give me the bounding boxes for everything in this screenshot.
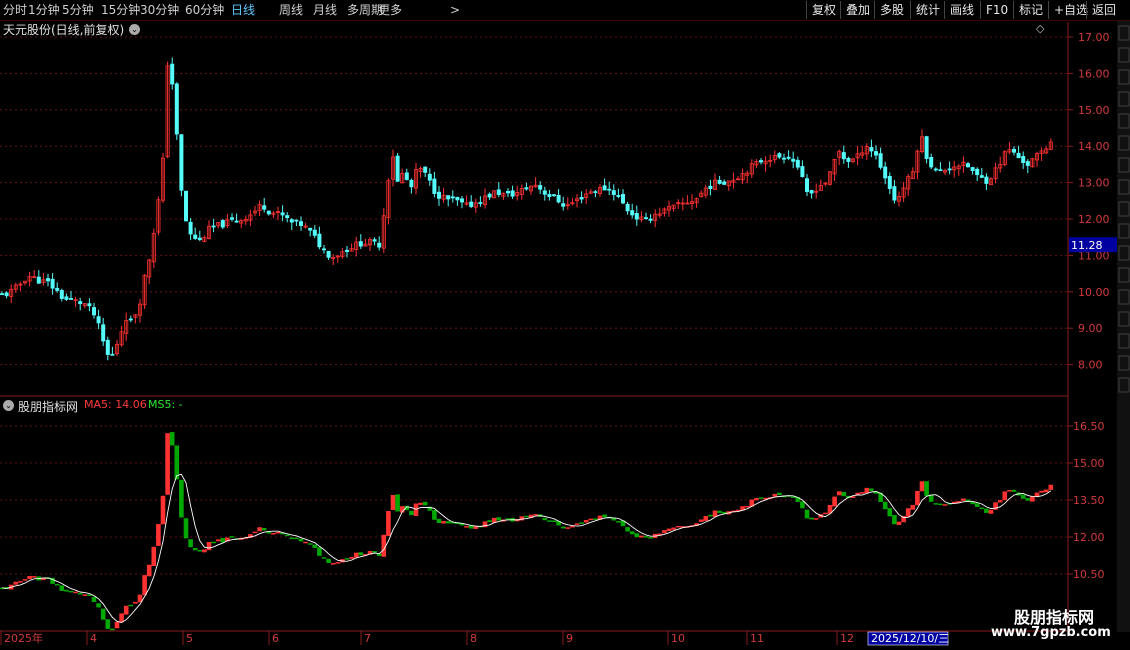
date-marker: 2025/12/10/三 (867, 631, 949, 646)
price-tick-2: 15.00 (1078, 104, 1110, 117)
price-marker: 11.28 (1069, 237, 1117, 253)
period-toolbar: 分时 1分钟 5分钟 15分钟 30分钟 60分钟 日线 周线 月线 多周期 更多 > 复权 叠加 多股 统计… (0, 0, 1130, 21)
ma5-line (1, 473, 1052, 623)
period-tab-0[interactable]: 分时 (3, 0, 27, 20)
ms5-readout: MS5: - (148, 398, 183, 411)
price-tick-8: 9.00 (1078, 322, 1103, 335)
price-tick-1: 16.00 (1078, 67, 1110, 80)
indicator-title: 股朋指标网 (18, 400, 79, 414)
month-label-3: 6 (272, 632, 279, 645)
period-tab-1[interactable]: 1分钟 (28, 0, 60, 20)
time-axis: 2025年 4 5 6 7 8 9 10 11 12 (0, 631, 854, 645)
price-tick-5: 12.00 (1078, 213, 1110, 226)
right-strip (1117, 20, 1130, 632)
chevron-down-icon[interactable]: ⌄ (129, 24, 140, 35)
sub-tick-4: 10.50 (1073, 568, 1105, 581)
month-label-5: 8 (470, 632, 477, 645)
month-label-0: 2025年 (4, 631, 43, 645)
toolbar-button-4[interactable]: 画线 (944, 1, 979, 19)
period-tab-2[interactable]: 5分钟 (62, 0, 94, 20)
price-tick-3: 14.00 (1078, 140, 1110, 153)
sub-tick-1: 15.00 (1073, 457, 1105, 470)
period-tab-6[interactable]: 日线 (231, 0, 255, 20)
month-label-1: 4 (90, 632, 97, 645)
month-label-9: 12 (840, 632, 854, 645)
more-arrow-icon[interactable]: > (450, 0, 460, 20)
month-label-2: 5 (186, 632, 193, 645)
toolbar-button-8[interactable]: 返回 (1086, 1, 1121, 19)
toolbar-button-2[interactable]: 多股 (874, 1, 909, 19)
candles (0, 57, 1053, 361)
sub-axis: 16.50 15.00 13.50 12.00 10.50 (1068, 420, 1105, 581)
current-price-label: 11.28 (1071, 239, 1103, 252)
period-tab-7[interactable]: 周线 (279, 0, 303, 20)
toolbar-button-0[interactable]: 复权 (806, 1, 841, 19)
ma5-readout: MA5: 14.06 (84, 398, 147, 411)
period-tab-10[interactable]: 更多 (378, 0, 402, 20)
sub-tick-3: 12.00 (1073, 531, 1105, 544)
month-label-7: 10 (671, 632, 685, 645)
sub-tick-2: 13.50 (1073, 494, 1105, 507)
price-tick-4: 13.00 (1078, 177, 1110, 190)
price-tick-7: 10.00 (1078, 286, 1110, 299)
month-label-8: 11 (750, 632, 764, 645)
price-axis: 17.0016.0015.0014.0013.0012.0011.0010.00… (1068, 31, 1110, 372)
month-label-4: 7 (364, 632, 371, 645)
sub-panel-chevron-icon[interactable]: ⌄ (3, 400, 14, 411)
period-tab-8[interactable]: 月线 (313, 0, 337, 20)
sub-chart-title: 股朋指标网 (18, 398, 78, 415)
price-tick-0: 17.00 (1078, 31, 1110, 44)
period-tab-3[interactable]: 15分钟 (101, 0, 140, 20)
period-tab-4[interactable]: 30分钟 (140, 0, 179, 20)
main-chart-title: 天元股份(日线,前复权) (3, 21, 124, 38)
toolbar-button-1[interactable]: 叠加 (840, 1, 875, 19)
toolbar-button-6[interactable]: 标记 (1013, 1, 1048, 19)
cursor-date: 2025/12/10/三 (871, 632, 949, 645)
diamond-icon[interactable]: ◇ (1036, 22, 1044, 35)
sub-tick-0: 16.50 (1073, 420, 1105, 433)
price-tick-9: 8.00 (1078, 359, 1103, 372)
sub-bars (0, 432, 1054, 631)
watermark-url: www.7gpzb.com (991, 625, 1111, 640)
month-label-6: 9 (566, 632, 573, 645)
toolbar-button-3[interactable]: 统计 (910, 1, 945, 19)
stock-title: 天元股份(日线,前复权) (3, 23, 125, 37)
toolbar-button-5[interactable]: F10 (980, 1, 1013, 19)
chart-canvas: 17.0016.0015.0014.0013.0012.0011.0010.00… (0, 20, 1130, 646)
period-tab-5[interactable]: 60分钟 (185, 0, 224, 20)
